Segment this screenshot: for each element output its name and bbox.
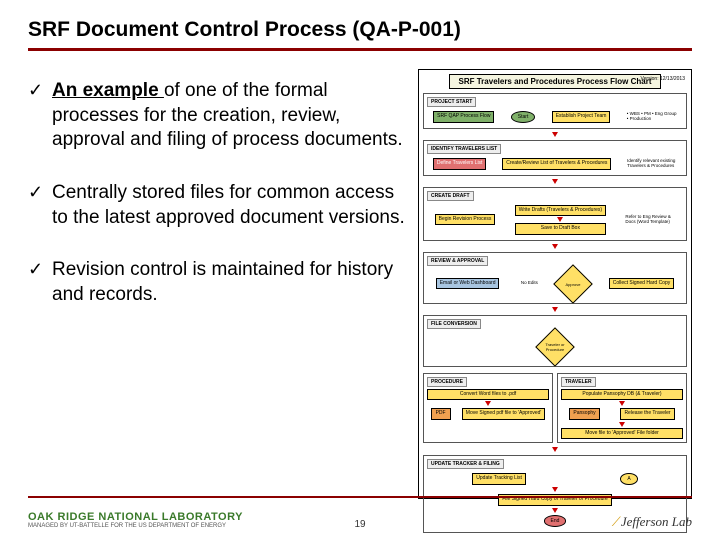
fc-section-label: UPDATE TRACKER & FILING — [427, 459, 504, 469]
bullet-list: ✓ An example of one of the formal proces… — [28, 69, 408, 499]
fc-note: • WBS • PM • Eng Group • Production — [627, 112, 677, 122]
fc-box: Establish Project Team — [552, 111, 611, 123]
fc-box: Define Travelers List — [433, 158, 487, 170]
fc-box: PDF — [431, 408, 451, 420]
fc-note: No Edits — [521, 281, 538, 286]
fc-section-label: CREATE DRAFT — [427, 191, 474, 201]
fc-section-label: PROJECT START — [427, 97, 476, 107]
fc-section: PROCEDURE Convert Word files to .pdf PDF… — [423, 373, 553, 444]
list-item: ✓ An example of one of the formal proces… — [28, 79, 408, 153]
arrow-down-icon — [552, 447, 558, 452]
swoosh-icon: ⟋ — [612, 514, 621, 529]
fc-section: CREATE DRAFT Begin Revision Process Writ… — [423, 187, 687, 241]
bullet-text: Centrally stored files for common access… — [52, 182, 405, 228]
fc-box: Move Signed pdf file to 'Approved' — [462, 408, 546, 420]
fc-box: Save to Draft Box — [515, 223, 606, 235]
fc-section: IDENTIFY TRAVELERS LIST Define Travelers… — [423, 140, 687, 176]
fc-section: REVIEW & APPROVAL Email or Web Dashboard… — [423, 252, 687, 304]
fc-box: Move file to 'Approved' File folder — [561, 428, 683, 440]
fc-section-label: REVIEW & APPROVAL — [427, 256, 488, 266]
fc-start-oval: Start — [511, 111, 536, 123]
checkmark-icon: ✓ — [28, 258, 52, 307]
oak-ridge-logo: OAK RIDGE NATIONAL LABORATORY MANAGED BY… — [28, 511, 243, 530]
arrow-down-icon — [552, 307, 558, 312]
fc-decision: Traveler or Procedure — [535, 327, 575, 367]
oak-ridge-logo-sub: MANAGED BY UT-BATTELLE FOR THE US DEPART… — [28, 523, 243, 530]
fc-box: Create/Review List of Travelers & Proced… — [502, 158, 611, 170]
flowchart-version: Version: 12/13/2013 — [641, 76, 685, 82]
oak-ridge-logo-main: OAK RIDGE NATIONAL LABORATORY — [28, 511, 243, 523]
fc-box: Release the Traveler — [620, 408, 674, 420]
flowchart-title: SRF Travelers and Procedures Process Flo… — [449, 74, 660, 89]
fc-box: Email or Web Dashboard — [436, 278, 500, 290]
fc-section: PROJECT START SRF QAP Process Flow Start… — [423, 93, 687, 129]
fc-note: Refer to Eng Review & Docs (Word Templat… — [625, 215, 675, 225]
fc-section: FILE CONVERSION Traveler or Procedure — [423, 315, 687, 367]
slide-title: SRF Document Control Process (QA-P-001) — [28, 18, 692, 48]
checkmark-icon: ✓ — [28, 79, 52, 153]
list-item: ✓ Revision control is maintained for his… — [28, 258, 408, 307]
arrow-down-icon — [619, 422, 625, 427]
page-number: 19 — [354, 519, 365, 530]
fc-box: Update Tracking List — [472, 473, 526, 485]
fc-box: Convert Word files to .pdf — [427, 389, 549, 401]
bullet-text: Revision control is maintained for histo… — [52, 259, 393, 305]
fc-note: Identify relevant existing Travelers & P… — [627, 159, 677, 169]
fc-connector: A — [620, 473, 637, 485]
fc-box: Pansophy — [569, 408, 599, 420]
checkmark-icon: ✓ — [28, 181, 52, 230]
fc-box: Populate Pansophy DB (& Traveler) — [561, 389, 683, 401]
title-underline — [28, 48, 692, 51]
arrow-down-icon — [552, 244, 558, 249]
fc-section-label: TRAVELER — [561, 377, 596, 387]
flowchart-image: SRF Travelers and Procedures Process Flo… — [418, 69, 692, 499]
bullet-lead: An example — [52, 80, 164, 101]
arrow-down-icon — [552, 487, 558, 492]
fc-decision: Approve — [554, 264, 594, 304]
footer-divider — [28, 496, 692, 498]
list-item: ✓ Centrally stored files for common acce… — [28, 181, 408, 230]
arrow-down-icon — [552, 132, 558, 137]
fc-box: Write Drafts (Travelers & Procedures) — [515, 205, 606, 217]
jefferson-lab-logo: ⟋Jefferson Lab — [612, 514, 692, 530]
arrow-down-icon — [557, 217, 563, 222]
fc-box: Begin Revision Process — [435, 214, 496, 226]
fc-section: TRAVELER Populate Pansophy DB (& Travele… — [557, 373, 687, 444]
fc-box: SRF QAP Process Flow — [433, 111, 494, 123]
arrow-down-icon — [619, 401, 625, 406]
arrow-down-icon — [485, 401, 491, 406]
fc-section-label: IDENTIFY TRAVELERS LIST — [427, 144, 501, 154]
fc-box: Collect Signed Hard Copy — [609, 278, 675, 290]
fc-section-label: PROCEDURE — [427, 377, 467, 387]
fc-section-label: FILE CONVERSION — [427, 319, 481, 329]
slide-footer: OAK RIDGE NATIONAL LABORATORY MANAGED BY… — [0, 511, 720, 530]
arrow-down-icon — [552, 179, 558, 184]
